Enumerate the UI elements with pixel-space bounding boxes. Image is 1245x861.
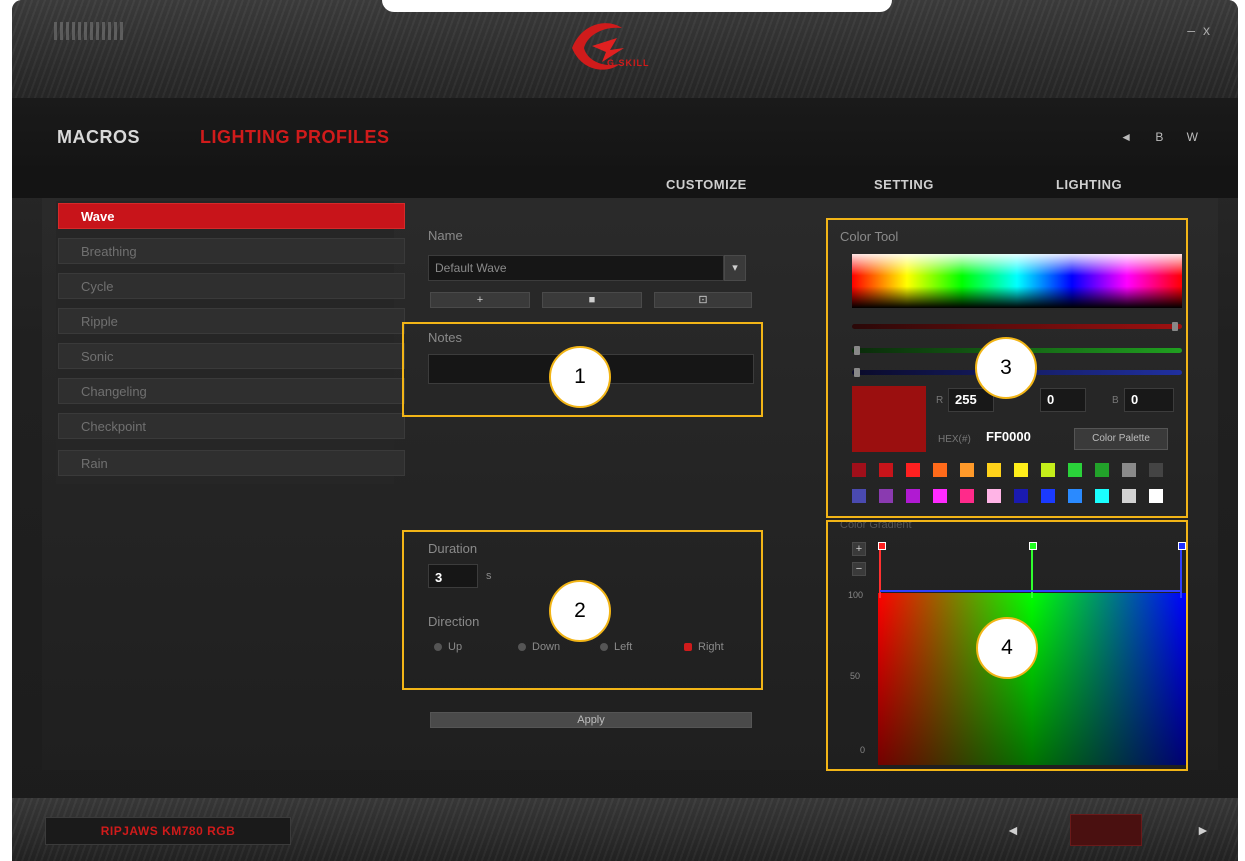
main-nav: MACROS LIGHTING PROFILES ◄ B W — [12, 98, 1238, 174]
tab-setting[interactable]: SETTING — [874, 177, 934, 192]
sidebar-item-checkpoint[interactable]: Checkpoint — [58, 413, 405, 439]
callout-1: 1 — [549, 346, 611, 408]
device-bar: RIPJAWS KM780 RGB ◄ ► — [12, 798, 1238, 861]
sidebar-item-wave[interactable]: Wave — [58, 203, 405, 229]
minimize-button[interactable]: – — [1187, 22, 1203, 38]
tab-macros[interactable]: MACROS — [57, 127, 140, 148]
tab-lighting[interactable]: LIGHTING — [1056, 177, 1122, 192]
keyboard-device-icon[interactable] — [1070, 814, 1142, 846]
sidebar-item-sonic[interactable]: Sonic — [58, 343, 405, 369]
apply-button[interactable]: Apply — [430, 712, 752, 728]
sidebar-item-ripple[interactable]: Ripple — [58, 308, 405, 334]
device-name-label: RIPJAWS KM780 RGB — [45, 817, 291, 845]
prev-device-icon[interactable]: ◄ — [1006, 822, 1020, 838]
sidebar-item-rain[interactable]: Rain — [58, 450, 405, 476]
copy-profile-button[interactable]: ⊡ — [654, 292, 752, 308]
logo-text: G.SKILL — [607, 58, 650, 68]
sidebar-item-changeling[interactable]: Changeling — [58, 378, 405, 404]
top-notch — [382, 0, 892, 12]
sidebar-item-cycle[interactable]: Cycle — [58, 273, 405, 299]
window-controls: –x — [1187, 22, 1218, 38]
next-device-icon[interactable]: ► — [1196, 822, 1210, 838]
callout-3: 3 — [975, 337, 1037, 399]
drag-grip-icon[interactable] — [54, 22, 124, 40]
dropdown-arrow-icon[interactable]: ▾ — [724, 255, 746, 281]
app-window: G.SKILL –x MACROS LIGHTING PROFILES ◄ B … — [12, 0, 1238, 861]
close-button[interactable]: x — [1203, 22, 1218, 38]
sub-tabs: CUSTOMIZE SETTING LIGHTING — [12, 174, 1238, 198]
title-bar: G.SKILL –x — [12, 0, 1238, 98]
add-profile-button[interactable]: + — [430, 292, 530, 308]
tab-lighting-profiles[interactable]: LIGHTING PROFILES — [200, 127, 390, 148]
nav-right-icons[interactable]: ◄ B W — [1120, 130, 1208, 144]
delete-profile-button[interactable]: ■ — [542, 292, 642, 308]
sidebar-item-breathing[interactable]: Breathing — [58, 238, 405, 264]
effect-list: Wave Breathing Cycle Ripple Sonic Change… — [56, 201, 405, 484]
name-label: Name — [428, 228, 463, 243]
callout-2: 2 — [549, 580, 611, 642]
profile-name-select[interactable]: Default Wave — [428, 255, 724, 281]
tab-customize[interactable]: CUSTOMIZE — [666, 177, 747, 192]
brand-logo — [572, 23, 624, 70]
callout-4: 4 — [976, 617, 1038, 679]
